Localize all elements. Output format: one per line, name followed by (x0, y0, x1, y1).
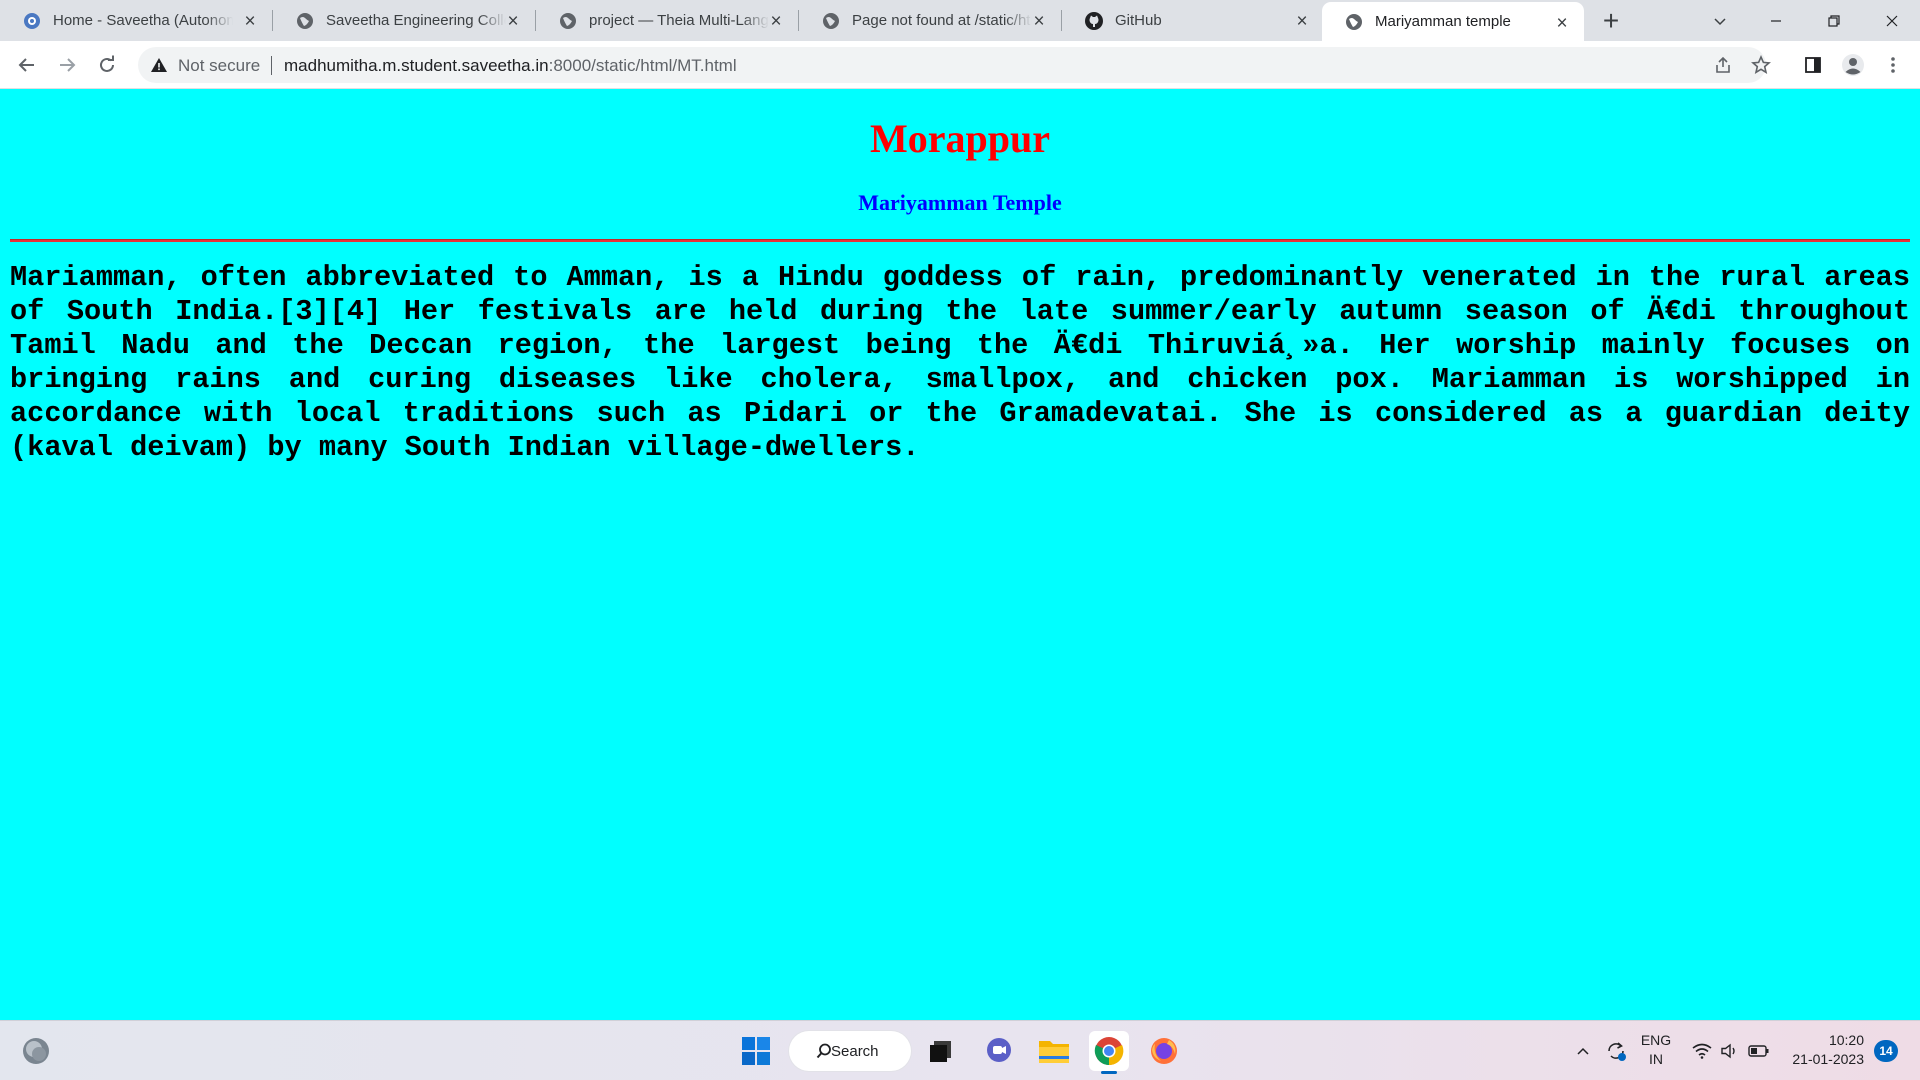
address-divider (271, 56, 272, 75)
search-icon (816, 1043, 831, 1059)
page-subheading: Mariyamman Temple (858, 190, 1062, 215)
weather-widget-icon[interactable] (16, 1031, 56, 1071)
search-label: Search (831, 1042, 879, 1060)
url-path: :8000/static/html/MT.html (548, 56, 737, 75)
forward-arrow-icon[interactable] (51, 49, 83, 81)
body-paragraph: Mariamman, often abbreviated to Amman, i… (10, 261, 1910, 464)
tab-saveetha-home[interactable]: Home - Saveetha (Autonomous) × (0, 0, 273, 41)
globe-icon (558, 11, 578, 31)
tab-theia-project[interactable]: project — Theia Multi-Language × (536, 0, 799, 41)
address-bar[interactable]: Not secure madhumitha.m.student.saveetha… (138, 47, 1771, 83)
side-panel-icon[interactable] (1797, 49, 1829, 81)
globe-icon (1344, 12, 1364, 32)
region-label: IN (1649, 1051, 1663, 1067)
close-tab-icon[interactable]: × (503, 11, 523, 31)
language-label: ENG (1640, 1032, 1672, 1048)
tab-title: Saveetha Engineering College (326, 12, 506, 29)
url-host: madhumitha.m.student.saveetha.in (284, 56, 549, 75)
task-view-icon[interactable] (921, 1031, 961, 1071)
tab-saveetha-engineering[interactable]: Saveetha Engineering College × (273, 0, 536, 41)
tab-strip: Home - Saveetha (Autonomous) × Saveetha … (0, 0, 1920, 41)
share-icon[interactable] (1709, 51, 1737, 79)
clock[interactable]: 10:20 21-01-2023 (1782, 1031, 1864, 1069)
sync-status-icon[interactable] (1600, 1021, 1632, 1080)
teams-chat-icon[interactable] (979, 1031, 1019, 1071)
saveetha-icon (22, 11, 42, 31)
restore-icon[interactable] (1806, 0, 1862, 41)
tab-github[interactable]: GitHub × (1062, 0, 1324, 41)
page-heading: Morappur (870, 116, 1050, 161)
minimize-icon[interactable] (1748, 0, 1804, 41)
language-indicator[interactable]: ENG IN (1634, 1031, 1678, 1069)
clock-time: 10:20 (1828, 1032, 1864, 1048)
chrome-active-indicator (1101, 1071, 1117, 1074)
windows-taskbar: Search ENG IN 10:20 21-01-2023 (0, 1020, 1920, 1080)
wifi-icon[interactable] (1688, 1021, 1716, 1080)
firefox-icon[interactable] (1144, 1031, 1184, 1071)
warning-triangle-icon[interactable] (150, 56, 168, 74)
battery-icon[interactable] (1744, 1021, 1774, 1080)
reload-icon[interactable] (91, 49, 123, 81)
tab-title: Mariyamman temple (1375, 13, 1511, 30)
tab-title: GitHub (1115, 12, 1162, 29)
tab-title: project — Theia Multi-Language (589, 12, 769, 29)
close-tab-icon[interactable]: × (766, 11, 786, 31)
globe-icon (295, 11, 315, 31)
new-tab-button[interactable]: + (1597, 5, 1625, 36)
kebab-menu-icon[interactable] (1877, 49, 1909, 81)
browser-toolbar: Not secure madhumitha.m.student.saveetha… (0, 41, 1920, 89)
show-hidden-icons-chevron-icon[interactable] (1568, 1021, 1598, 1080)
close-tab-icon[interactable]: × (240, 11, 260, 31)
close-tab-icon[interactable]: × (1292, 11, 1312, 31)
close-tab-icon[interactable]: × (1552, 13, 1572, 33)
horizontal-rule (10, 239, 1910, 242)
tab-title: Page not found at /static/html (852, 12, 1032, 29)
taskbar-search-box[interactable]: Search (789, 1031, 911, 1071)
profile-avatar-icon[interactable] (1837, 49, 1869, 81)
back-arrow-icon[interactable] (11, 49, 43, 81)
tab-page-not-found[interactable]: Page not found at /static/html × (799, 0, 1062, 41)
globe-icon (821, 11, 841, 31)
close-tab-icon[interactable]: × (1029, 11, 1049, 31)
windows-start-icon[interactable] (736, 1031, 776, 1071)
chrome-icon[interactable] (1089, 1031, 1129, 1071)
tab-title: Home - Saveetha (Autonomous) (53, 12, 233, 29)
bookmark-star-icon[interactable] (1747, 51, 1775, 79)
web-page: Morappur Mariyamman Temple Mariamman, of… (0, 89, 1920, 1020)
url-text[interactable]: madhumitha.m.student.saveetha.in:8000/st… (284, 56, 737, 76)
github-icon (1084, 11, 1104, 31)
security-status-label[interactable]: Not secure (178, 56, 260, 76)
clock-date: 21-01-2023 (1792, 1051, 1864, 1067)
file-explorer-icon[interactable] (1034, 1031, 1074, 1071)
close-window-icon[interactable] (1864, 0, 1920, 41)
volume-icon[interactable] (1716, 1021, 1744, 1080)
tab-search-chevron-icon[interactable] (1692, 0, 1748, 41)
notification-badge[interactable]: 14 (1874, 1040, 1898, 1062)
tab-mariyamman-temple[interactable]: Mariyamman temple × (1322, 2, 1584, 41)
